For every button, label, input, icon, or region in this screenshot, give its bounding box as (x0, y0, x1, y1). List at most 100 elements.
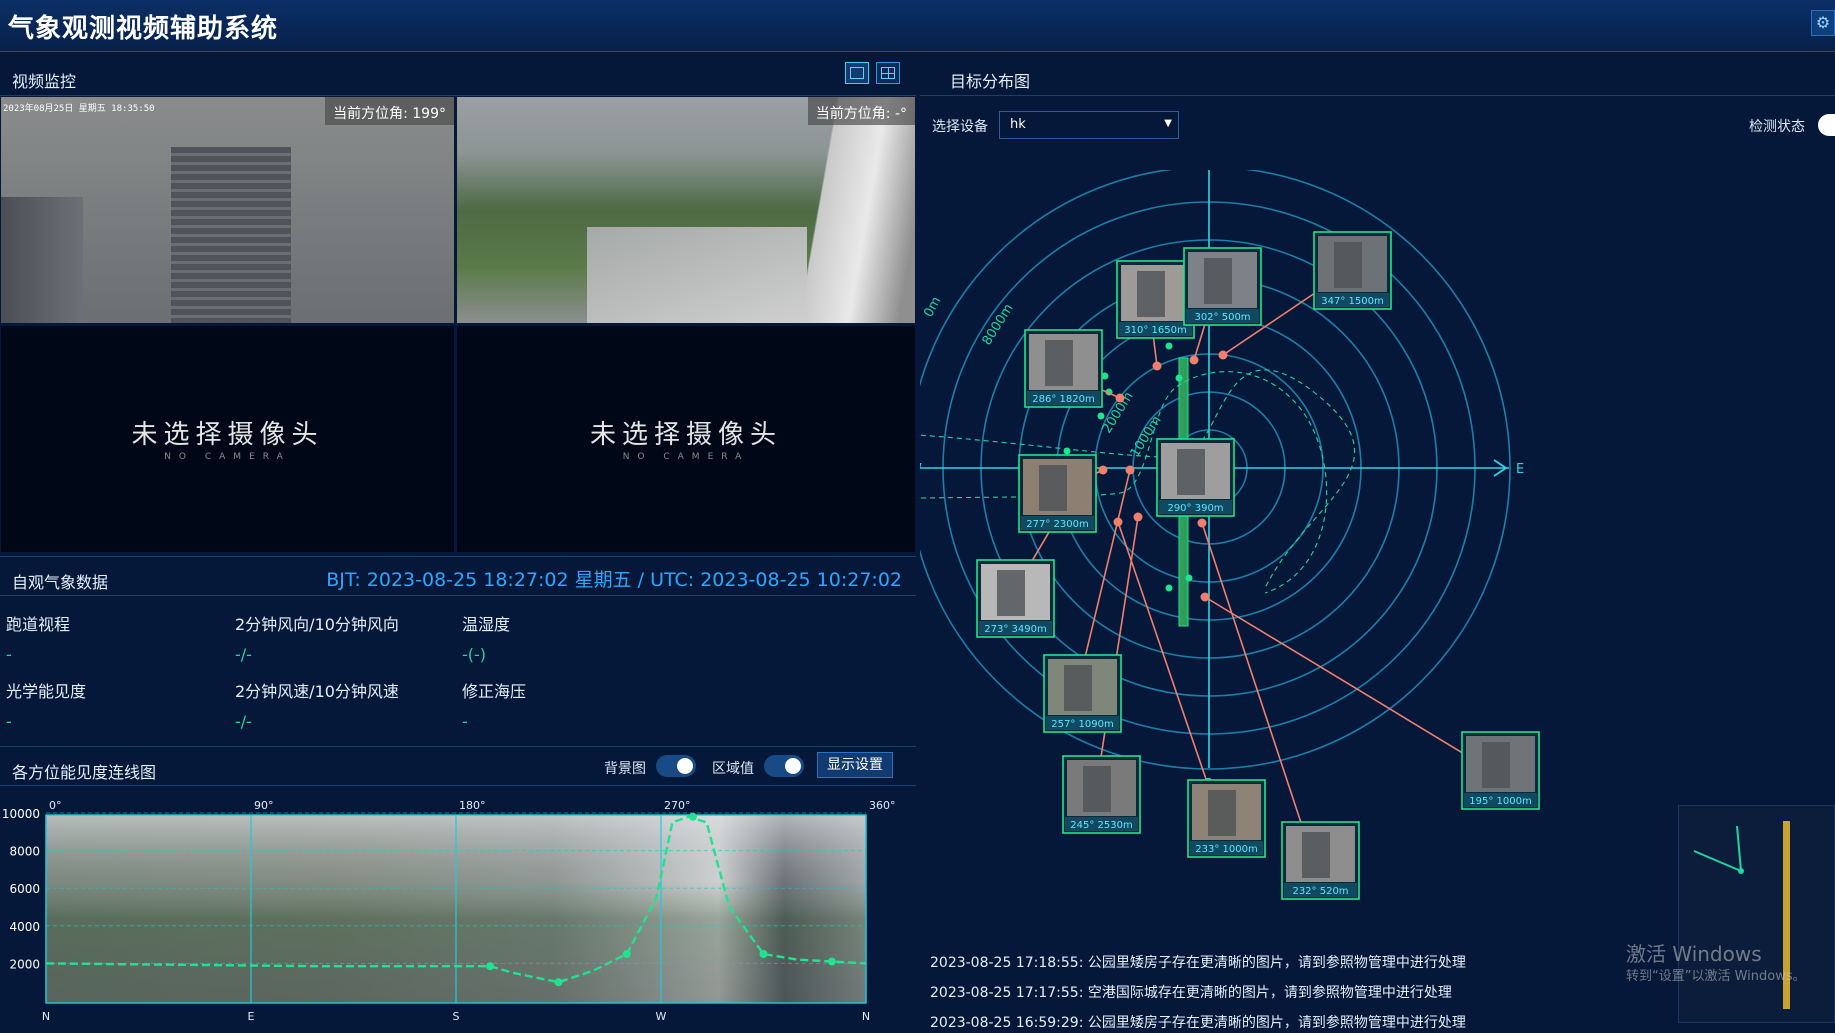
visibility-point (1165, 342, 1173, 350)
top-bar: 气象观测视频辅助系统 ⚙ (0, 0, 1835, 52)
windows-watermark-sub: 转到“设置”以激活 Windows。 (1626, 969, 1806, 984)
azimuth-label: 当前方位角: 199° (325, 97, 454, 125)
target-building (1045, 340, 1073, 386)
device-select-value: hk (1010, 117, 1026, 132)
target-hit-point (1098, 465, 1108, 475)
target-thumbnail[interactable]: 277° 2300m (1018, 454, 1097, 533)
no-camera-subtext: NO CAMERA (164, 452, 291, 462)
camera-view-3[interactable]: 未选择摄像头 NO CAMERA (1, 326, 454, 552)
y-tick-label: 10000 (2, 807, 40, 821)
target-thumbnail[interactable]: 245° 2530m (1062, 755, 1141, 834)
visibility-point (759, 950, 768, 958)
x-top-tick-label: 90° (254, 799, 274, 812)
y-tick-label: 6000 (9, 882, 40, 896)
target-hit-point (1189, 355, 1199, 365)
y-tick-label: 4000 (9, 920, 40, 934)
device-select[interactable]: hk ▼ (999, 111, 1179, 139)
target-building (1302, 832, 1330, 878)
visibility-point (1097, 412, 1105, 420)
y-tick-label: 8000 (9, 845, 40, 859)
target-label: 233° 1000m (1195, 844, 1257, 855)
weather-label: 修正海压 (462, 682, 527, 701)
target-building (1208, 790, 1236, 836)
detect-status-indicator[interactable] (1818, 114, 1835, 136)
log-entry: 2023-08-25 17:18:55: 公园里矮房子存在更清晰的图片，请到参照… (930, 955, 1466, 971)
gear-icon[interactable]: ⚙ (1811, 10, 1835, 36)
target-thumbnail[interactable]: 347° 1500m (1313, 231, 1392, 310)
x-bottom-tick-label: W (656, 1010, 667, 1023)
target-thumbnail[interactable]: 310° 1650m (1116, 260, 1195, 339)
target-thumbnail[interactable]: 290° 390m (1156, 438, 1235, 517)
weather-panel-header: 自观气象数据 BJT: 2023-08-25 18:27:02 星期五 / UT… (0, 556, 916, 596)
target-building (1083, 766, 1111, 812)
road-image (587, 227, 807, 323)
visibility-point (622, 950, 631, 958)
y-tick-label: 2000 (9, 957, 40, 971)
no-camera-text: 未选择摄像头 (131, 420, 324, 450)
target-building (1137, 271, 1165, 317)
weather-label: 跑道视程 (6, 615, 71, 634)
target-label: 310° 1650m (1124, 325, 1186, 336)
visibility-point (1063, 447, 1071, 455)
video-panel-title: 视频监控 (12, 72, 77, 91)
weather-value: - (462, 712, 468, 731)
weather-value: - (6, 712, 12, 731)
display-settings-button[interactable]: 显示设置 (817, 752, 893, 778)
x-top-tick-label: 360° (869, 799, 896, 812)
target-label: 245° 2530m (1070, 820, 1132, 831)
x-top-tick-label: 270° (664, 799, 691, 812)
weather-label: 2分钟风向/10分钟风向 (235, 615, 399, 634)
visibility-contour (920, 369, 1356, 589)
target-building (1177, 449, 1205, 495)
bg-toggle[interactable] (656, 755, 696, 777)
target-building (1334, 242, 1362, 288)
camera-view-2[interactable]: 当前方位角: -° (457, 97, 915, 323)
weather-label: 2分钟风速/10分钟风速 (235, 682, 399, 701)
target-thumbnail[interactable]: 232° 520m (1281, 821, 1360, 900)
dir-w: W (920, 462, 922, 477)
visibility-point (1165, 584, 1173, 592)
target-hit-point (1197, 518, 1207, 528)
windows-watermark: 激活 Windows (1626, 942, 1762, 966)
ring-label: 0m (921, 294, 944, 320)
target-label: 195° 1000m (1469, 796, 1531, 807)
select-device-label: 选择设备 (932, 119, 988, 135)
target-thumbnail[interactable]: 257° 1090m (1043, 654, 1122, 733)
building-image (171, 147, 291, 323)
target-thumbnail[interactable]: 195° 1000m (1461, 731, 1540, 810)
weather-label: 光学能见度 (6, 682, 87, 701)
x-top-tick-label: 180° (459, 799, 486, 812)
visibility-point (486, 962, 495, 971)
zone-toggle[interactable] (764, 755, 804, 777)
single-view-icon (850, 67, 864, 79)
camera-view-4[interactable]: 未选择摄像头 NO CAMERA (457, 326, 915, 552)
detect-status-label: 检测状态 (1749, 119, 1805, 135)
target-hit-point (1133, 512, 1143, 522)
visibility-point (688, 812, 697, 821)
target-hit-point (1152, 361, 1162, 371)
target-thumbnail[interactable]: 273° 3490m (976, 559, 1055, 638)
target-label: 273° 3490m (984, 624, 1046, 635)
vis-chart-title: 各方位能见度连线图 (12, 763, 157, 782)
grid-view-icon (881, 67, 895, 79)
camera-view-1[interactable]: 2023年08月25日 星期五 18:35:50 当前方位角: 199° (1, 97, 454, 323)
building-image (1, 197, 83, 323)
visibility-point (827, 957, 836, 966)
x-bottom-tick-label: N (862, 1010, 870, 1023)
grid-view-button[interactable] (876, 62, 900, 84)
target-building (1039, 465, 1067, 511)
target-building (1204, 258, 1232, 304)
target-thumbnail[interactable]: 302° 500m (1183, 247, 1262, 326)
x-top-tick-label: 0° (49, 799, 62, 812)
compass-dial (1693, 821, 1790, 1009)
x-bottom-tick-label: E (248, 1010, 255, 1023)
target-label: 277° 2300m (1026, 519, 1088, 530)
camera-timestamp: 2023年08月25日 星期五 18:35:50 (3, 104, 155, 114)
dir-e: E (1516, 462, 1524, 477)
mini-compass (1678, 805, 1835, 1023)
target-thumbnail[interactable]: 286° 1820m (1024, 329, 1103, 408)
single-view-button[interactable] (845, 62, 869, 84)
target-thumbnail[interactable]: 233° 1000m (1187, 779, 1266, 858)
target-map-title: 目标分布图 (950, 72, 1031, 91)
target-hit-point (1113, 517, 1123, 527)
